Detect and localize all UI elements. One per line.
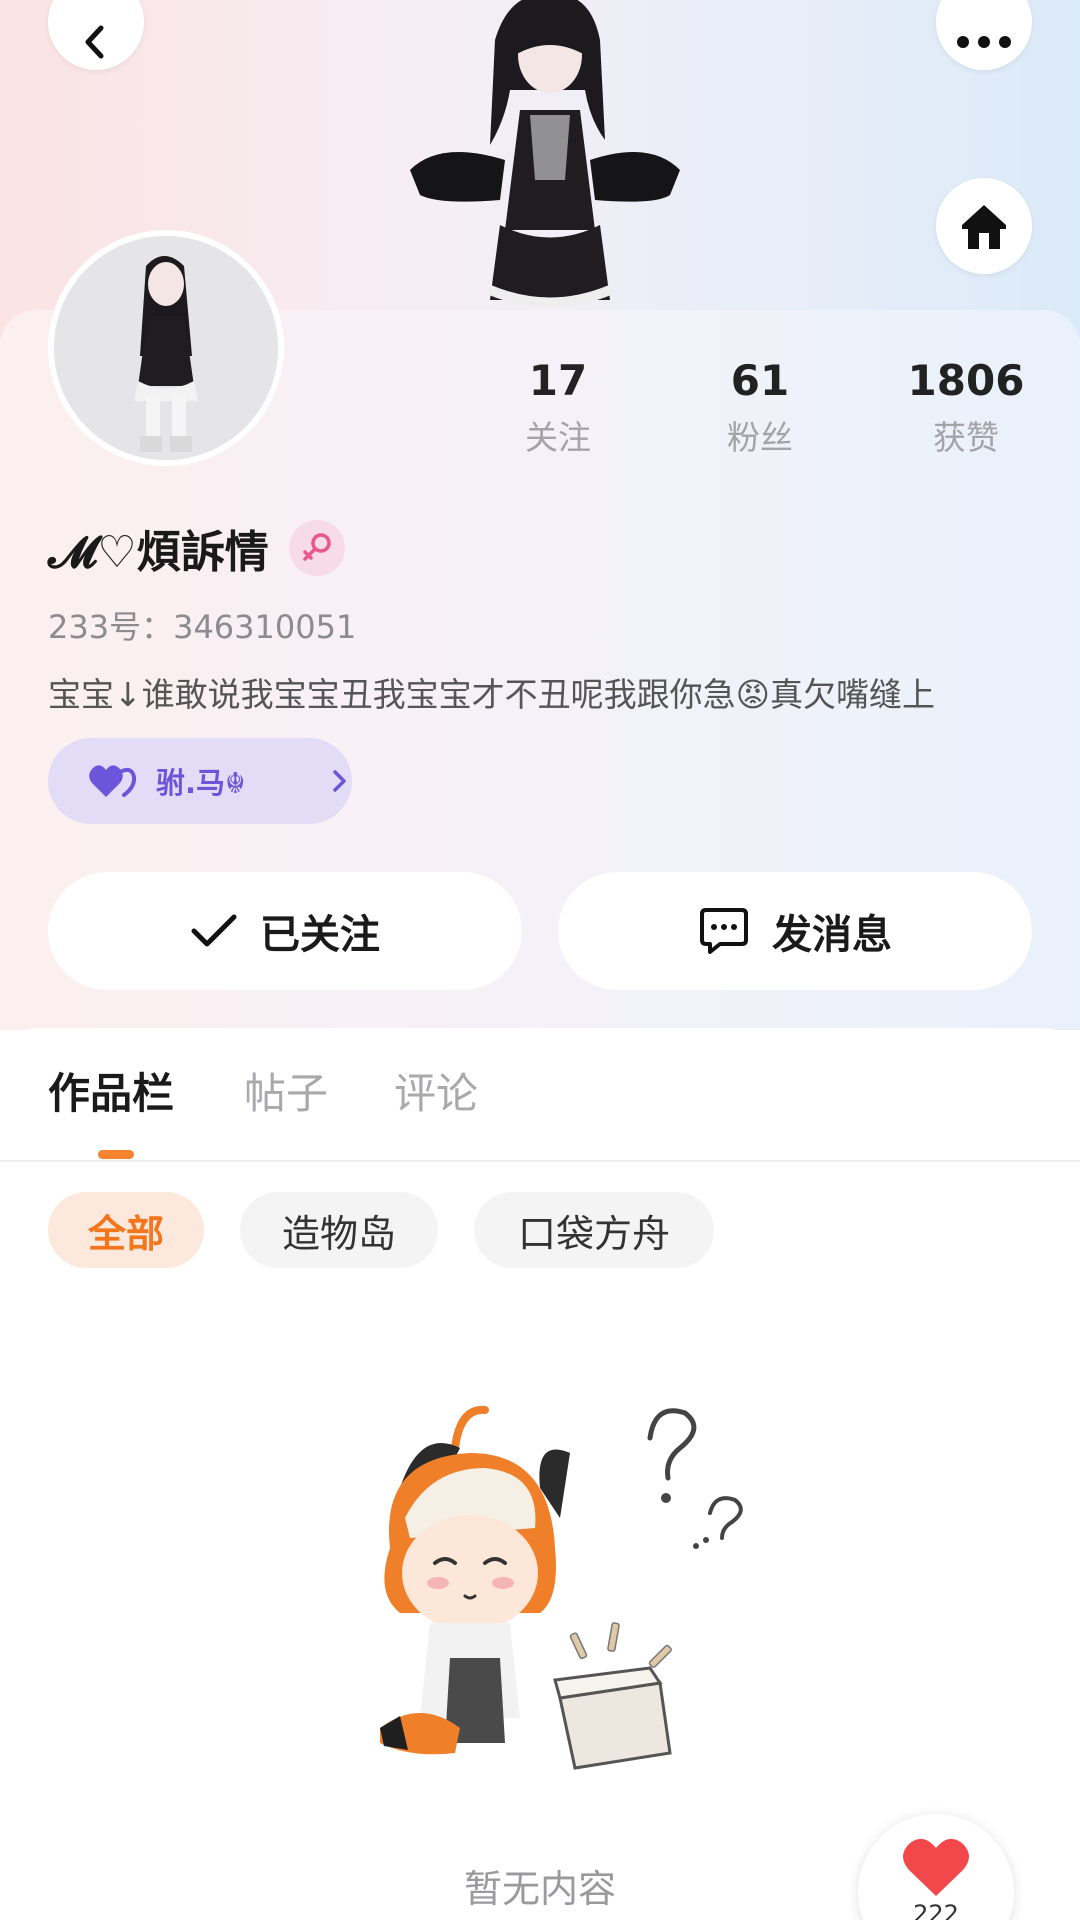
bio: 宝宝↓谁敢说我宝宝丑我宝宝才不丑呢我跟你急😡真欠嘴缝上: [48, 675, 936, 714]
female-icon: [288, 520, 345, 576]
stat-likes-label: 获赞: [933, 418, 999, 457]
tab-comments[interactable]: 评论: [394, 1066, 478, 1122]
chevron-left-icon: [85, 25, 104, 59]
filter-all[interactable]: 全部: [48, 1192, 204, 1268]
empty-state-illustration: [380, 1405, 743, 1770]
heart-icon: [903, 1838, 969, 1896]
chevron-right-icon: [333, 770, 346, 792]
banner-character-image: [410, 0, 680, 308]
tab-divider: [0, 1160, 1080, 1162]
message-button[interactable]: 发消息: [558, 872, 1032, 990]
checkmark-icon: [191, 914, 237, 947]
relation-tag[interactable]: 驸.马☬: [48, 738, 352, 824]
stat-fans-value: 61: [730, 356, 790, 405]
filter-pocket-ark[interactable]: 口袋方舟: [474, 1192, 714, 1268]
message-button-label: 发消息: [772, 912, 892, 958]
chat-bubble-icon: [700, 908, 748, 954]
follow-button-label: 已关注: [260, 912, 380, 958]
more-horizontal-icon: [957, 36, 1011, 48]
username: 𝓜♡煩訴情: [48, 527, 269, 578]
stat-following-label: 关注: [525, 418, 591, 457]
avatar[interactable]: [48, 230, 284, 466]
stat-following-value: 17: [528, 356, 588, 405]
stat-following[interactable]: 17 关注: [468, 356, 648, 458]
home-button[interactable]: [936, 178, 1032, 274]
home-icon: [962, 205, 1006, 249]
avatar-image: [54, 236, 278, 460]
stat-likes[interactable]: 1806 获赞: [876, 356, 1056, 458]
tab-indicator: [98, 1150, 134, 1159]
stat-likes-value: 1806: [907, 356, 1025, 405]
like-count: 222: [913, 1900, 959, 1920]
tab-works[interactable]: 作品栏: [48, 1066, 174, 1122]
relation-tag-text: 驸.马☬: [156, 766, 246, 800]
stat-fans[interactable]: 61 粉丝: [670, 356, 850, 458]
filter-zaowudao[interactable]: 造物岛: [240, 1192, 438, 1268]
tab-posts[interactable]: 帖子: [244, 1066, 328, 1122]
heart-icon: [89, 765, 137, 797]
username-row: 𝓜♡煩訴情: [48, 518, 345, 578]
stat-fans-label: 粉丝: [727, 418, 793, 457]
follow-button[interactable]: 已关注: [48, 872, 522, 990]
user-id: 233号：346310051: [48, 608, 357, 646]
